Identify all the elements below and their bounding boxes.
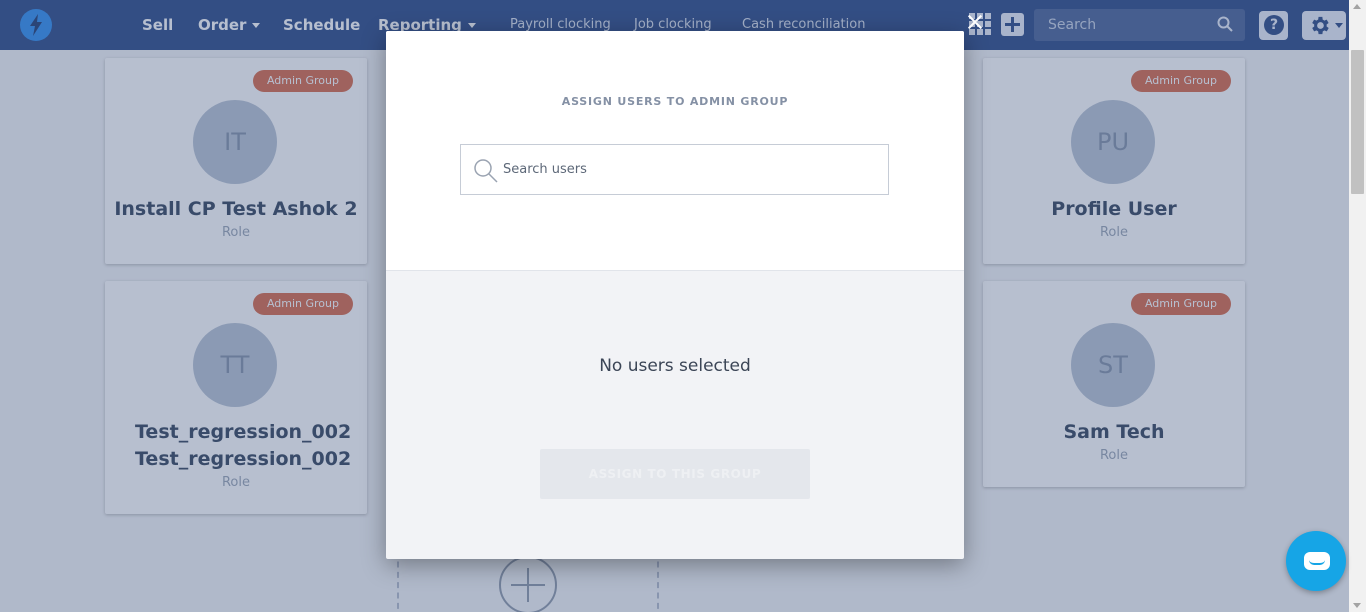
modal-title: ASSIGN USERS TO ADMIN GROUP	[561, 95, 789, 108]
assign-users-modal: ASSIGN USERS TO ADMIN GROUP No users sel…	[386, 31, 964, 559]
modal-header-section: ASSIGN USERS TO ADMIN GROUP	[386, 31, 964, 271]
no-users-message: No users selected	[599, 356, 751, 376]
chat-widget-button[interactable]	[1286, 531, 1346, 591]
scrollbar-thumb[interactable]	[1351, 50, 1364, 194]
search-users-input[interactable]	[503, 145, 883, 194]
close-icon[interactable]	[966, 13, 984, 31]
page-scrollbar[interactable]	[1349, 0, 1366, 612]
scroll-up-arrow-icon[interactable]	[1353, 4, 1361, 9]
chat-bubble-icon	[1304, 552, 1330, 570]
assign-to-group-button[interactable]: ASSIGN TO THIS GROUP	[540, 449, 810, 499]
user-search-field	[460, 144, 889, 195]
search-icon	[474, 159, 498, 183]
scroll-down-arrow-icon[interactable]	[1353, 603, 1361, 608]
